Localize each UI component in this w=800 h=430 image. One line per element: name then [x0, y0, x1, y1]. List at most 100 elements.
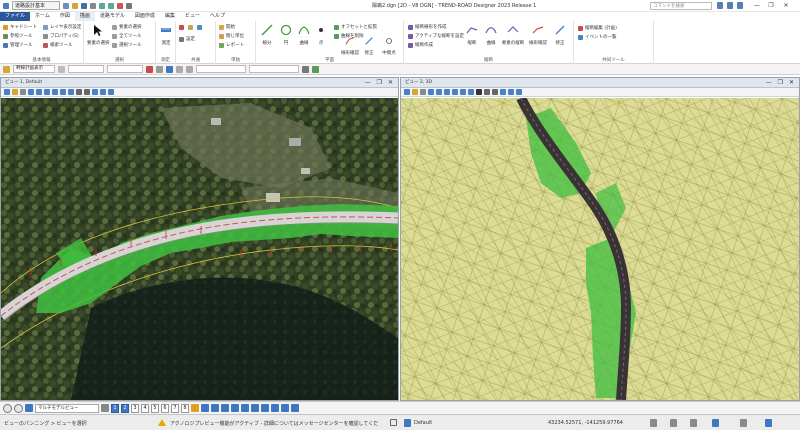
snap-keypoint-icon[interactable]	[201, 404, 209, 412]
snap-nearest-icon[interactable]	[211, 404, 219, 412]
snap-center-icon[interactable]	[231, 404, 239, 412]
tab-sheet-creation[interactable]: 図面作成	[130, 12, 160, 21]
open-file-icon[interactable]	[72, 2, 78, 9]
snap-settings-icon[interactable]	[291, 404, 299, 412]
view-groups-icon[interactable]	[101, 404, 109, 412]
color-field[interactable]	[107, 65, 143, 73]
common-tool-b[interactable]	[188, 25, 193, 30]
view-attributes-icon[interactable]	[4, 89, 10, 95]
display-style-icon[interactable]	[12, 89, 18, 95]
rotate-view-icon[interactable]	[460, 89, 466, 95]
forward-icon[interactable]	[14, 403, 23, 413]
profile-curve-button[interactable]: 曲線	[481, 24, 501, 46]
back-icon[interactable]	[3, 403, 12, 413]
rotate-view-icon[interactable]	[60, 89, 66, 95]
view-1-window[interactable]: ビュー 1, Default — ❐ ✕	[0, 77, 399, 401]
profile-modify-button[interactable]: 修正	[550, 24, 570, 46]
clip-mask-icon[interactable]	[100, 89, 106, 95]
select-tool-button[interactable]: 選択ツール	[112, 42, 142, 48]
notification-icon[interactable]	[737, 2, 743, 9]
start-button[interactable]: 開始	[219, 24, 235, 30]
view-next-icon[interactable]	[492, 89, 498, 95]
snap-origin-icon[interactable]	[241, 404, 249, 412]
common-settings-button[interactable]: 設定	[179, 36, 195, 42]
reference-tool-button[interactable]: 参照ツール	[3, 33, 33, 39]
select-option-1[interactable]: 要素の選択	[112, 24, 142, 30]
profile-create-button[interactable]: 縦断作成	[408, 42, 433, 48]
tab-home[interactable]: ホーム	[30, 12, 55, 21]
user-icon[interactable]	[727, 2, 733, 9]
clip-mask-icon[interactable]	[508, 89, 514, 95]
snap-perpendicular-icon[interactable]	[271, 404, 279, 412]
window-area-icon[interactable]	[44, 89, 50, 95]
display-style-icon[interactable]	[412, 89, 418, 95]
view-3-toggle[interactable]: 3	[131, 403, 139, 413]
close-button[interactable]: ✕	[781, 1, 791, 10]
view-toggle-icon[interactable]	[516, 89, 522, 95]
view-next-icon[interactable]	[84, 89, 90, 95]
tab-road-model[interactable]: 道路モデル	[95, 12, 130, 21]
tab-view[interactable]: ビュー	[180, 12, 205, 21]
view-previous-icon[interactable]	[76, 89, 82, 95]
snap-intersection-icon[interactable]	[251, 404, 259, 412]
workspace-dropdown[interactable]: 道路設計基本	[12, 1, 60, 10]
level-field[interactable]	[68, 65, 104, 73]
weight-icon[interactable]	[146, 65, 153, 73]
snap-tangent-icon[interactable]	[261, 404, 269, 412]
view-attributes-icon[interactable]	[404, 89, 410, 95]
tab-drawing[interactable]: 作図	[55, 12, 75, 21]
view-previous-icon[interactable]	[484, 89, 490, 95]
view-2-toggle[interactable]: 2	[121, 403, 129, 413]
properties-button[interactable]: プロパティ(S)	[43, 33, 79, 39]
clip-volume-icon[interactable]	[500, 89, 506, 95]
view-8-toggle[interactable]: 8	[181, 403, 189, 413]
style-field[interactable]: 幹線計画表示	[13, 65, 55, 73]
pin-icon[interactable]	[117, 2, 123, 9]
active-profile-button[interactable]: アクティブな縦断を設定	[408, 33, 464, 39]
create-profile-button[interactable]: 縦断線形を作成	[408, 24, 447, 30]
active-snap-icon[interactable]	[166, 65, 173, 73]
view-4-toggle[interactable]: 4	[141, 403, 149, 413]
template-icon[interactable]	[176, 65, 183, 73]
command-search-input[interactable]: コマンドを検索	[650, 2, 712, 10]
search-tool-button[interactable]: 検索ツール	[43, 42, 73, 48]
view-5-toggle[interactable]: 5	[151, 403, 159, 413]
status-tool-icon-5[interactable]	[740, 419, 747, 427]
view-1-window-controls[interactable]: — ❐ ✕	[365, 78, 395, 88]
close-unit-button[interactable]: 閉じ単位	[219, 33, 244, 39]
restore-button[interactable]: ❐	[766, 1, 776, 10]
pan-view-icon[interactable]	[68, 89, 74, 95]
profile-button[interactable]: 縦断	[462, 24, 482, 46]
terrain-3d-canvas[interactable]	[401, 95, 799, 400]
line-style-icon[interactable]	[156, 65, 163, 73]
clip-volume-icon[interactable]	[92, 89, 98, 95]
walk-icon[interactable]	[476, 89, 482, 95]
active-model-name[interactable]: Default	[414, 420, 432, 426]
update-view-icon[interactable]	[20, 89, 26, 95]
profile-edit-button[interactable]: 縦断編集 (計画)	[578, 25, 617, 31]
transparency-icon[interactable]	[186, 65, 193, 73]
attribute-tool-icon[interactable]	[3, 65, 10, 73]
common-tool-a[interactable]	[179, 25, 184, 30]
template-field[interactable]	[196, 65, 246, 73]
report-button[interactable]: レポート	[219, 42, 244, 48]
view-7-toggle[interactable]: 7	[171, 403, 179, 413]
alignment-check-button[interactable]: 線形確認	[340, 36, 360, 56]
view-1-toggle[interactable]: 1	[111, 403, 119, 413]
tab-design[interactable]: 描画	[74, 12, 95, 21]
color-picker-icon[interactable]	[58, 65, 65, 73]
status-message[interactable]: アクノロジプレビュー機能がアクティブ - 詳細についてはメッセージセンターを確認…	[170, 420, 378, 427]
event-list-button[interactable]: イベントの一覧	[578, 34, 617, 40]
view-toggle-icon[interactable]	[108, 89, 114, 95]
status-tool-icon-2[interactable]	[670, 419, 677, 427]
pan-view-icon[interactable]	[468, 89, 474, 95]
layer-display-button[interactable]: レイヤ表示設定	[43, 24, 81, 30]
redo-icon[interactable]	[108, 2, 114, 9]
zoom-out-icon[interactable]	[36, 89, 42, 95]
profile-check-button[interactable]: 線形確認	[526, 24, 550, 46]
fit-view-icon[interactable]	[52, 89, 58, 95]
view-6-toggle[interactable]: 6	[161, 403, 169, 413]
fit-view-icon[interactable]	[452, 89, 458, 95]
select-option-2[interactable]: 全てツール	[112, 33, 142, 39]
view-2-window-controls[interactable]: — ❐ ✕	[766, 78, 796, 88]
